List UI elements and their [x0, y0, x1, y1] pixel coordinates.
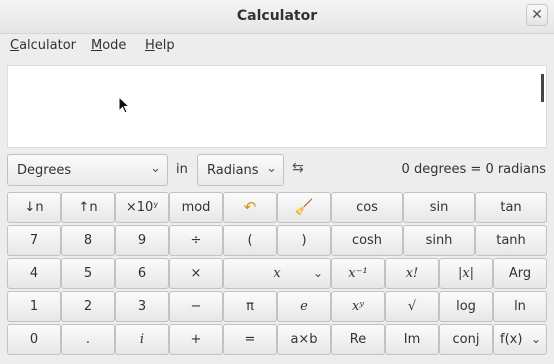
key-undo[interactable]: ↶ — [223, 192, 277, 223]
key-real[interactable]: Re — [331, 324, 385, 355]
chevron-down-icon: ⌄ — [530, 332, 541, 346]
key-8[interactable]: 8 — [61, 225, 115, 256]
from-unit-label: Degrees — [17, 163, 72, 178]
key-abs[interactable]: |x| — [439, 258, 493, 289]
key-factorial[interactable]: x! — [385, 258, 439, 289]
key-4[interactable]: 4 — [7, 258, 61, 289]
key-add[interactable]: + — [169, 324, 223, 355]
menu-mode[interactable]: Mode — [91, 38, 126, 53]
key-close-paren[interactable]: ) — [277, 225, 331, 256]
imaginary-label: i — [139, 332, 145, 347]
key-open-paren[interactable]: ( — [223, 225, 277, 256]
menu-help[interactable]: Help — [145, 38, 175, 53]
key-imaginary[interactable]: i — [115, 324, 169, 355]
key-6[interactable]: 6 — [115, 258, 169, 289]
key-cos[interactable]: cos — [331, 192, 403, 223]
key-tan[interactable]: tan — [475, 192, 547, 223]
undo-icon: ↶ — [243, 198, 257, 216]
factorial-label: x! — [405, 266, 419, 281]
variable-x-label: x — [273, 266, 281, 281]
key-3[interactable]: 3 — [115, 291, 169, 322]
to-unit-select[interactable]: Radians ⌄ — [197, 154, 284, 186]
key-imag[interactable]: Im — [385, 324, 439, 355]
clear-icon: 🧹 — [294, 198, 314, 216]
close-button[interactable]: ✕ — [526, 4, 548, 26]
key-power[interactable]: xʸ — [331, 291, 385, 322]
key-conj[interactable]: conj — [439, 324, 493, 355]
key-variable-x[interactable]: x ⌄ — [223, 258, 331, 289]
abs-label: |x| — [457, 266, 475, 281]
from-unit-select[interactable]: Degrees ⌄ — [7, 154, 168, 186]
key-clear[interactable]: 🧹 — [277, 192, 331, 223]
key-superscript[interactable]: ↑n — [61, 192, 115, 223]
key-exponent[interactable]: ×10ʸ — [115, 192, 169, 223]
chevron-down-icon: ⌄ — [150, 161, 161, 176]
key-arg[interactable]: Arg — [493, 258, 547, 289]
key-0[interactable]: 0 — [7, 324, 61, 355]
window-title: Calculator — [236, 8, 318, 24]
menu-bar: Calculator Mode Help — [0, 35, 554, 59]
key-9[interactable]: 9 — [115, 225, 169, 256]
conversion-result: 0 degrees = 0 radians — [401, 162, 546, 177]
key-sin[interactable]: sin — [403, 192, 475, 223]
key-multiply[interactable]: × — [169, 258, 223, 289]
power-label: xʸ — [352, 299, 364, 314]
key-equals[interactable]: = — [223, 324, 277, 355]
key-factorize[interactable]: a×b — [277, 324, 331, 355]
key-mod[interactable]: mod — [169, 192, 223, 223]
key-function[interactable]: f(x) ⌄ — [493, 324, 547, 355]
key-7[interactable]: 7 — [7, 225, 61, 256]
key-5[interactable]: 5 — [61, 258, 115, 289]
to-unit-label: Radians — [207, 163, 259, 178]
key-sinh[interactable]: sinh — [403, 225, 475, 256]
swap-units-icon[interactable]: ⇆ — [292, 160, 304, 176]
title-bar: Calculator ✕ — [0, 0, 554, 34]
key-tanh[interactable]: tanh — [475, 225, 547, 256]
key-e[interactable]: e — [277, 291, 331, 322]
calculator-display[interactable] — [7, 65, 547, 148]
mouse-pointer-icon — [118, 96, 131, 114]
key-cosh[interactable]: cosh — [331, 225, 403, 256]
key-inverse[interactable]: x⁻¹ — [331, 258, 385, 289]
close-icon: ✕ — [531, 7, 543, 23]
key-pi[interactable]: π — [223, 291, 277, 322]
key-ln[interactable]: ln — [493, 291, 547, 322]
function-label: f(x) — [500, 332, 523, 347]
key-subtract[interactable]: − — [169, 291, 223, 322]
inverse-label: x⁻¹ — [348, 266, 368, 281]
key-1[interactable]: 1 — [7, 291, 61, 322]
display-scrollbar[interactable] — [541, 74, 544, 102]
key-2[interactable]: 2 — [61, 291, 115, 322]
e-label: e — [300, 299, 308, 314]
key-subscript[interactable]: ↓n — [7, 192, 61, 223]
chevron-down-icon: ⌄ — [266, 161, 277, 176]
chevron-down-icon: ⌄ — [312, 266, 323, 280]
in-label: in — [176, 162, 188, 177]
key-sqrt[interactable]: √ — [385, 291, 439, 322]
key-divide[interactable]: ÷ — [169, 225, 223, 256]
key-decimal[interactable]: . — [61, 324, 115, 355]
key-log[interactable]: log — [439, 291, 493, 322]
menu-calculator[interactable]: Calculator — [10, 38, 76, 53]
